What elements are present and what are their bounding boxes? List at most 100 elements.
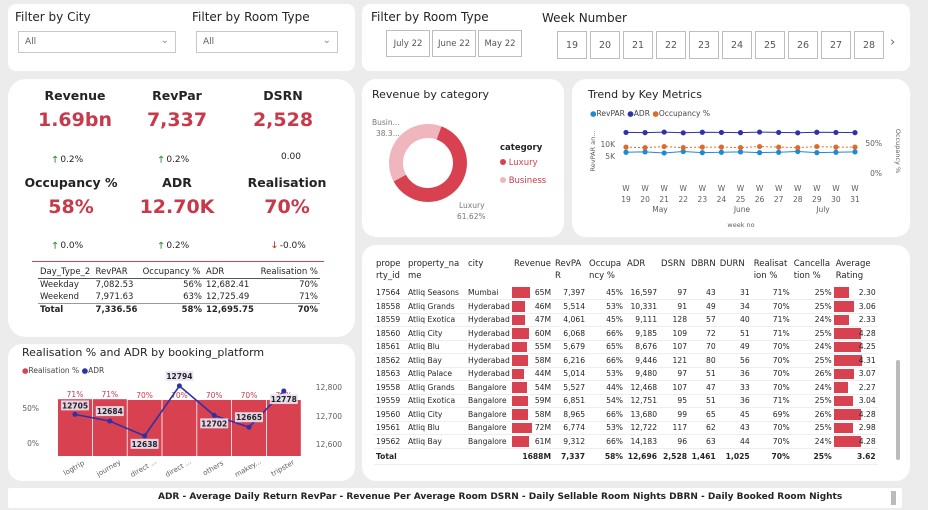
week-slicer-btn[interactable]: 21 <box>623 31 653 59</box>
adr-point[interactable] <box>281 388 287 394</box>
trend-point[interactable] <box>814 143 820 150</box>
trend-point[interactable] <box>642 145 648 151</box>
daytype-cell: 7,336.56 <box>93 303 141 316</box>
matrix-header[interactable]: Occupa ncy % <box>587 258 625 286</box>
week-slicer-btn[interactable]: 25 <box>755 31 785 59</box>
trend-point[interactable] <box>699 144 705 150</box>
matrix-cell: 8,965 <box>553 407 588 422</box>
trend-point[interactable] <box>756 143 763 150</box>
adr-point[interactable] <box>246 424 252 430</box>
axis-label: W <box>699 184 707 193</box>
matrix-header[interactable]: DBRN <box>689 258 718 286</box>
trend-point[interactable] <box>852 130 858 136</box>
week-slicer-btn[interactable]: 27 <box>821 31 851 59</box>
matrix-header[interactable]: Cancella tion % <box>792 258 834 286</box>
trend-point[interactable] <box>718 129 725 136</box>
adr-point[interactable] <box>142 433 148 439</box>
trend-point[interactable] <box>699 150 705 156</box>
matrix-cell: 8,676 <box>625 340 660 354</box>
trend-point[interactable] <box>833 144 839 150</box>
matrix-cell: 58M <box>512 353 554 368</box>
trend-point[interactable] <box>814 150 820 156</box>
city-filter-dropdown[interactable]: All ⌄ <box>18 31 176 53</box>
trend-point[interactable] <box>642 130 648 136</box>
trend-point[interactable] <box>623 149 629 155</box>
matrix-row[interactable]: 19560 Atliq City Bangalore 58M 8,965 66% 13,68… <box>374 407 878 422</box>
realisation-bar[interactable] <box>162 400 197 456</box>
trend-point[interactable] <box>756 129 763 135</box>
trend-point[interactable] <box>623 129 629 136</box>
trend-point[interactable] <box>718 144 725 150</box>
daytype-table: Day_Type_2 RevPAR Occupancy % ADR Realis… <box>38 266 320 316</box>
trend-point[interactable] <box>852 144 858 150</box>
trend-point[interactable] <box>833 149 839 155</box>
arrow-up-icon: 🡑 <box>52 155 58 165</box>
matrix-row[interactable]: 19559 Atliq Exotica Bangalore 59M 6,851 54% 12… <box>374 394 878 408</box>
axis-label: W <box>737 184 745 193</box>
trend-point[interactable] <box>737 130 744 136</box>
trend-point[interactable] <box>756 150 763 156</box>
matrix-header[interactable]: ADR <box>625 258 659 286</box>
trend-point[interactable] <box>776 144 782 150</box>
matrix-row[interactable]: 19558 Atliq Grands Bangalore 54M 5,527 44% 12,… <box>374 380 878 395</box>
trend-point[interactable] <box>718 149 725 155</box>
trend-point[interactable] <box>776 129 782 136</box>
donut-legend-title: category <box>500 143 543 153</box>
matrix-cell: 24% <box>791 340 834 354</box>
trend-point[interactable] <box>795 145 801 151</box>
matrix-header[interactable]: DSRN <box>659 258 689 286</box>
matrix-cell-value: 58M <box>534 409 552 419</box>
matrix-header[interactable]: RevPA R <box>553 258 587 286</box>
trend-point[interactable] <box>699 129 705 135</box>
trend-point[interactable] <box>737 145 744 151</box>
matrix-row[interactable]: 19561 Atliq Blu Bangalore 72M 6,774 53% 12,722… <box>374 421 878 435</box>
trend-point[interactable] <box>623 144 629 150</box>
week-slicer-btn[interactable]: 26 <box>788 31 818 59</box>
adr-point[interactable] <box>107 418 113 424</box>
month-slicer-june[interactable]: June 22 <box>432 30 476 57</box>
matrix-row[interactable]: 18560 Atliq City Hyderabad 60M 6,068 66% 9,185… <box>374 326 878 341</box>
trend-point[interactable] <box>795 130 801 136</box>
matrix-row[interactable]: 18563 Atliq Palace Hyderabad 44M 5,014 53% 9,4… <box>374 367 878 381</box>
trend-point[interactable] <box>776 149 782 155</box>
week-slicer-btn[interactable]: 19 <box>557 31 587 59</box>
month-slicer-july[interactable]: July 22 <box>386 30 430 57</box>
week-slicer-btn[interactable]: 23 <box>689 31 719 59</box>
week-slicer-btn[interactable]: 28 <box>854 31 884 59</box>
adr-point[interactable] <box>176 383 182 389</box>
matrix-header[interactable]: Revenue <box>512 258 553 286</box>
month-slicer-may[interactable]: May 22 <box>478 30 522 57</box>
footer-scrollbar[interactable] <box>891 491 896 505</box>
trend-point[interactable] <box>814 129 820 135</box>
matrix-cell: 40 <box>717 313 752 327</box>
week-slicer-btn[interactable]: 24 <box>722 31 752 59</box>
matrix-header[interactable]: property_na me <box>406 258 466 286</box>
trend-point[interactable] <box>661 129 667 135</box>
matrix-cell: 95 <box>659 394 690 408</box>
matrix-header[interactable]: city <box>466 258 512 286</box>
matrix-row[interactable]: 18558 Atliq Grands Hyderabad 46M 5,514 53% 10,… <box>374 299 878 314</box>
week-slicer-btn[interactable]: 20 <box>590 31 620 59</box>
matrix-row[interactable]: 19562 Atliq Bay Bangalore 61M 9,312 66% 14,183… <box>374 434 878 449</box>
matrix-row[interactable]: 18561 Atliq Blu Hyderabad 55M 5,679 65% 8,676 1… <box>374 340 878 354</box>
matrix-row[interactable]: 18562 Atliq Bay Hyderabad 58M 6,216 66% 9,446 1… <box>374 353 878 368</box>
trend-point[interactable] <box>680 130 686 136</box>
trend-point[interactable] <box>833 129 839 136</box>
matrix-row[interactable]: 18559 Atliq Exotica Hyderabad 47M 4,061 45% 9,… <box>374 313 878 327</box>
adr-point[interactable] <box>211 412 217 418</box>
matrix-header[interactable]: Average Rating <box>834 258 878 286</box>
trend-point[interactable] <box>661 150 667 156</box>
realisation-bar[interactable] <box>266 400 301 456</box>
trend-point[interactable] <box>852 149 858 155</box>
week-slicer-btn[interactable]: 22 <box>656 31 686 59</box>
matrix-header[interactable]: DURN <box>718 258 752 286</box>
matrix-row[interactable]: 17564 Atliq Seasons Mumbai 65M 7,397 45% 16,59… <box>374 286 878 300</box>
chevron-right-icon[interactable]: › <box>890 35 895 50</box>
trend-point[interactable] <box>680 145 686 151</box>
adr-point[interactable] <box>72 411 78 417</box>
trend-point[interactable] <box>661 143 667 150</box>
matrix-scrollbar[interactable] <box>896 360 900 460</box>
matrix-header[interactable]: Realisat ion % <box>752 258 792 286</box>
room-filter-dropdown[interactable]: All ⌄ <box>196 31 338 53</box>
matrix-header[interactable]: prope rty_id <box>374 258 406 286</box>
